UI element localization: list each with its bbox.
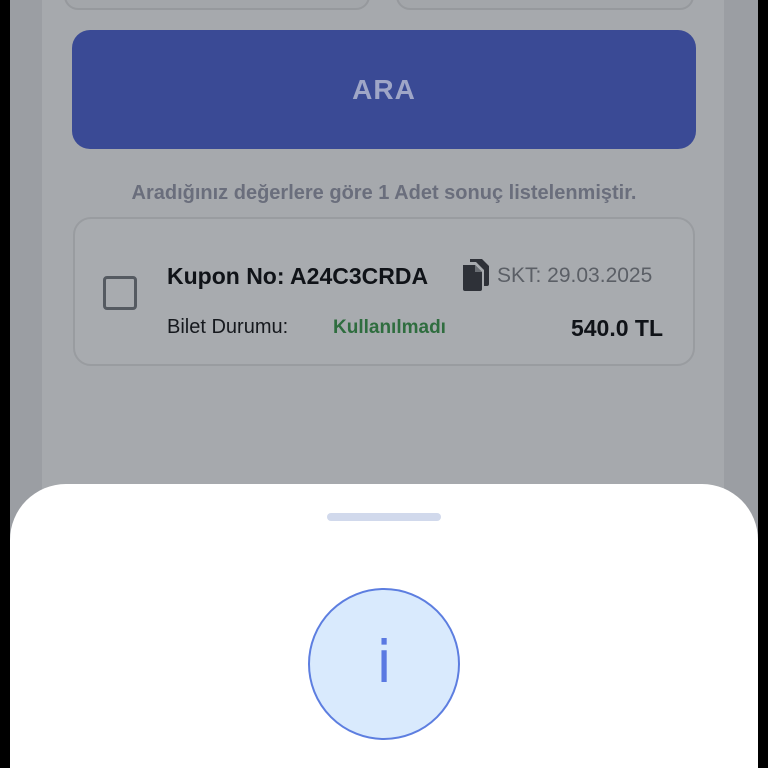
bottom-sheet: i — [10, 484, 758, 768]
coupon-row: Kupon No: A24C3CRDA — [167, 263, 428, 290]
ticket-checkbox[interactable] — [103, 276, 137, 310]
copy-document-icon[interactable] — [461, 257, 491, 293]
ticket-card[interactable]: Kupon No: A24C3CRDA SKT: 29.03.2025 Bile… — [73, 217, 695, 366]
search-button[interactable]: ARA — [72, 30, 696, 149]
search-button-label: ARA — [352, 73, 416, 105]
info-icon-glyph: i — [375, 628, 393, 696]
expiry-date: SKT: 29.03.2025 — [497, 264, 653, 287]
search-field-left[interactable] — [64, 0, 370, 10]
info-icon: i — [308, 588, 460, 740]
ticket-price: 540.0 TL — [570, 315, 663, 341]
result-count-text: Aradığınız değerlere göre 1 Adet sonuç l… — [131, 182, 637, 204]
ticket-status-label: Bilet Durumu: — [167, 316, 289, 338]
sheet-drag-handle[interactable] — [327, 513, 441, 521]
search-field-right[interactable] — [396, 0, 694, 10]
coupon-number: Kupon No: A24C3CRDA — [167, 263, 429, 289]
ticket-status-value: Kullanılmadı — [333, 317, 446, 338]
